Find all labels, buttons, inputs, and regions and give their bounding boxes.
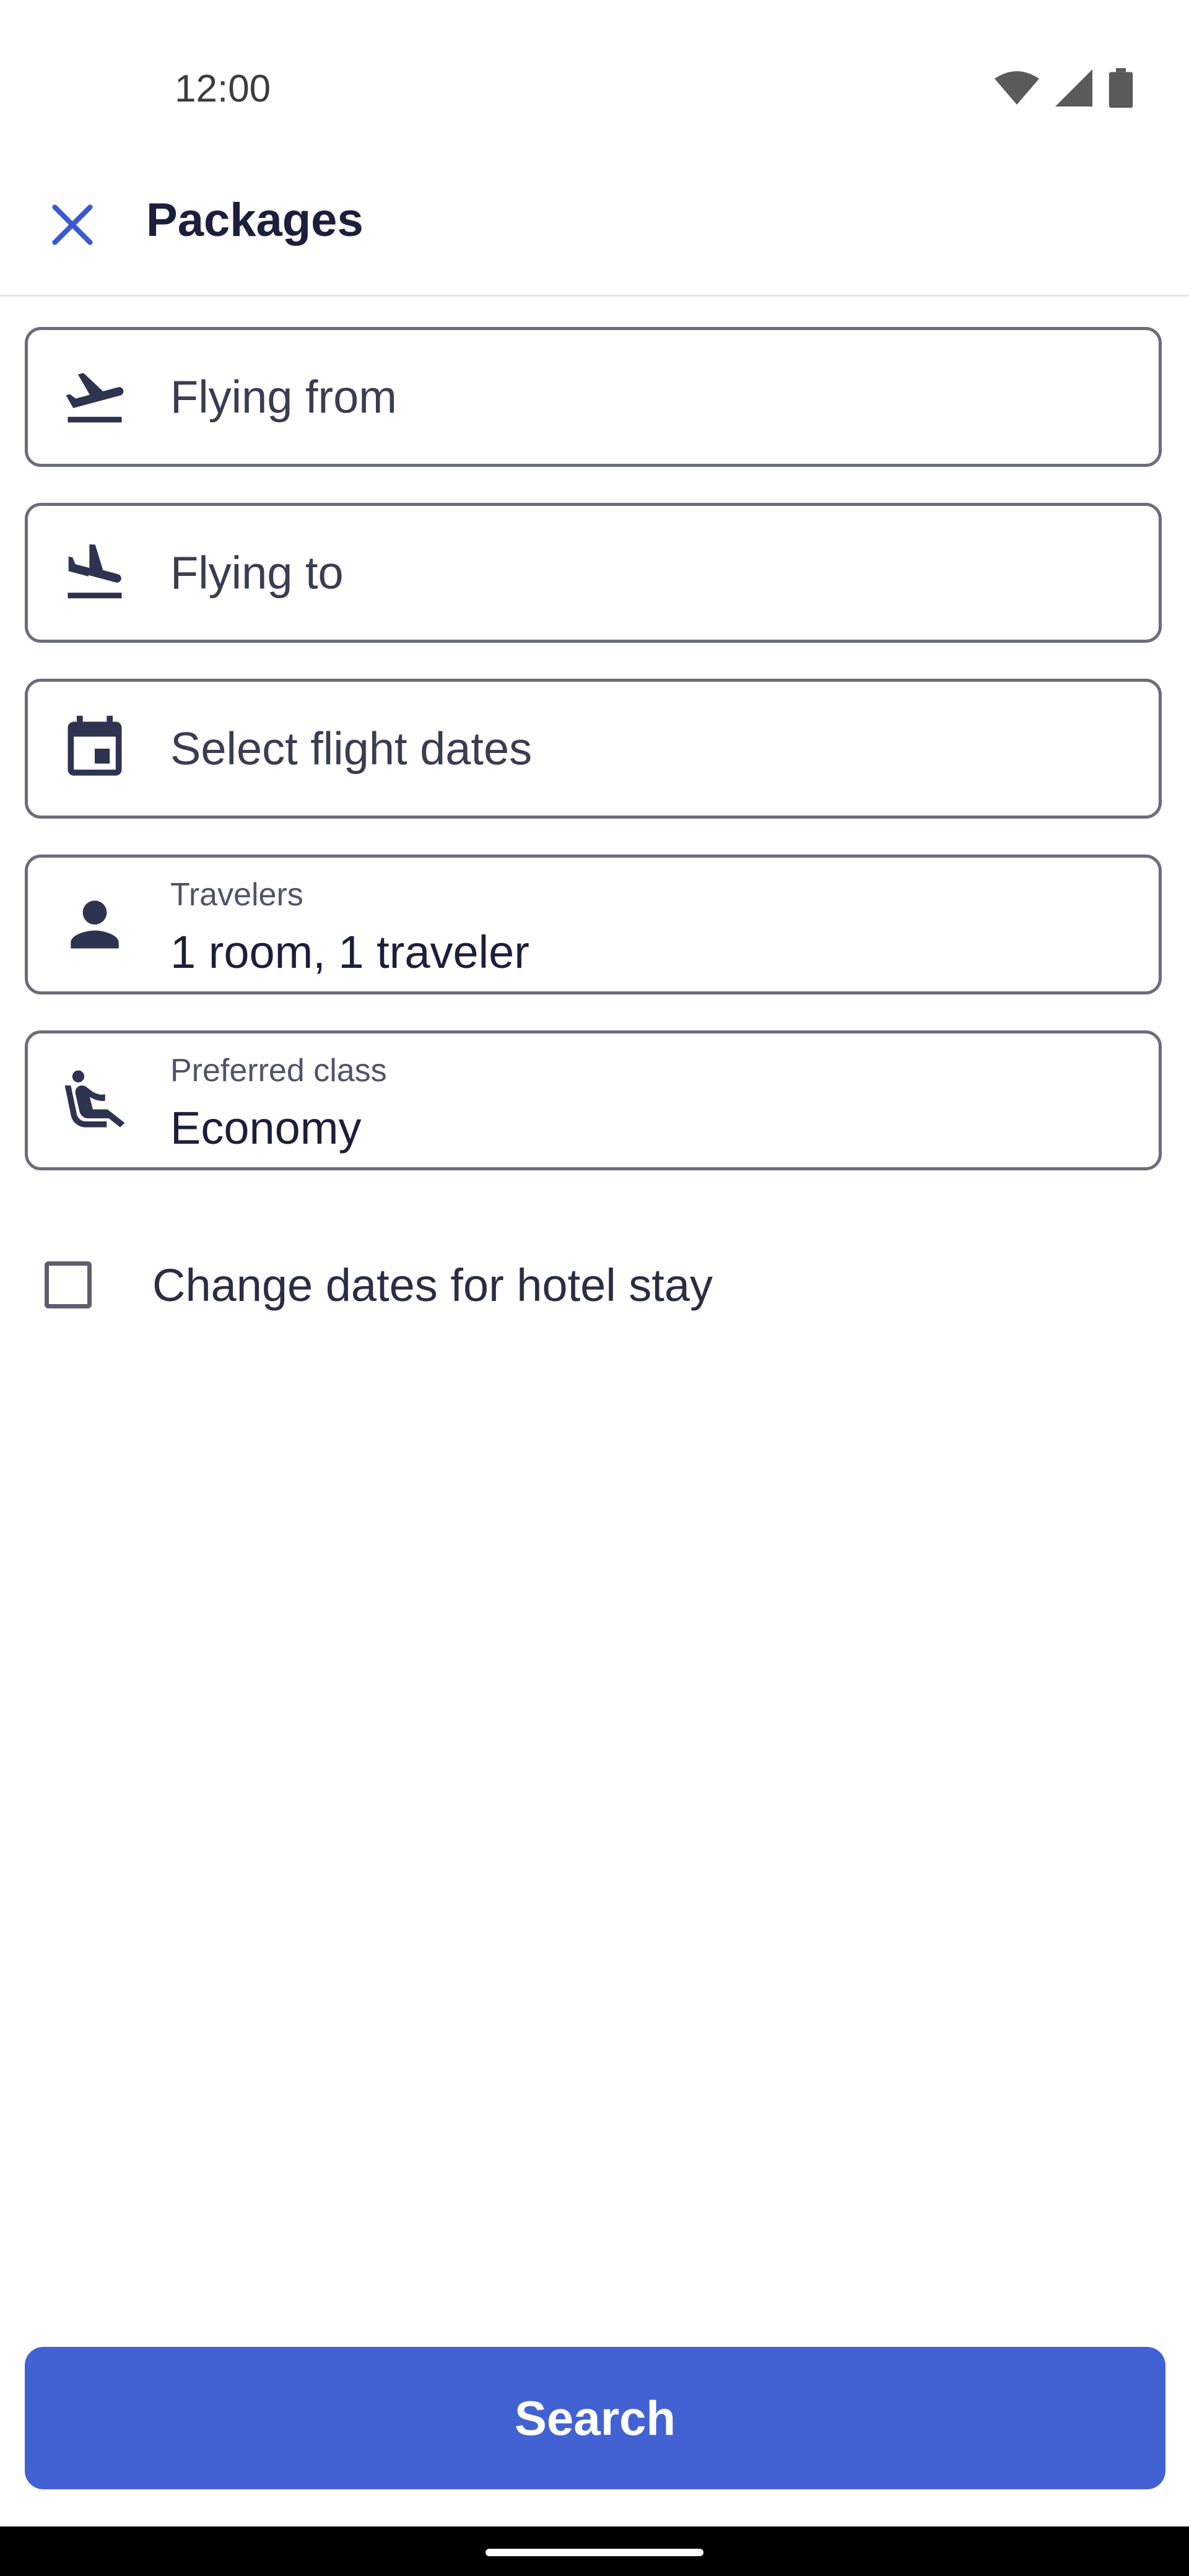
preferred-class-value: Economy (170, 1102, 362, 1154)
preferred-class-field[interactable]: Preferred class Economy (25, 1030, 1162, 1170)
hotel-dates-checkbox-label: Change dates for hotel stay (152, 1259, 713, 1311)
wifi-icon (995, 71, 1039, 108)
app-bar: Packages (0, 136, 1189, 297)
person-icon (58, 887, 132, 962)
flying-from-field[interactable]: Flying from (25, 327, 1162, 467)
calendar-icon (58, 711, 132, 786)
hotel-dates-checkbox-row[interactable]: Change dates for hotel stay (25, 1232, 892, 1338)
close-icon (49, 201, 96, 251)
status-icons (995, 68, 1133, 111)
cellular-signal-icon (1055, 69, 1092, 110)
seat-icon (58, 1063, 132, 1138)
flying-from-placeholder: Flying from (170, 371, 397, 423)
status-bar: 12:00 (0, 0, 1189, 136)
hotel-dates-checkbox[interactable] (45, 1261, 92, 1308)
search-button[interactable]: Search (25, 2347, 1165, 2489)
preferred-class-label: Preferred class (170, 1053, 387, 1089)
airplane-takeoff-icon (58, 360, 132, 434)
flying-to-placeholder: Flying to (170, 547, 344, 599)
navigation-bar (0, 2526, 1189, 2576)
flight-dates-field[interactable]: Select flight dates (25, 679, 1162, 819)
status-time: 12:00 (175, 67, 271, 110)
travelers-value: 1 room, 1 traveler (170, 926, 529, 978)
travelers-field[interactable]: Travelers 1 room, 1 traveler (25, 855, 1162, 994)
flying-to-field[interactable]: Flying to (25, 503, 1162, 643)
close-button[interactable] (38, 192, 107, 260)
airplane-landing-icon (58, 536, 132, 610)
page-title: Packages (146, 194, 364, 246)
home-indicator[interactable] (486, 2549, 703, 2556)
travelers-label: Travelers (170, 877, 303, 913)
flight-dates-placeholder: Select flight dates (170, 723, 533, 775)
battery-icon (1108, 68, 1133, 111)
